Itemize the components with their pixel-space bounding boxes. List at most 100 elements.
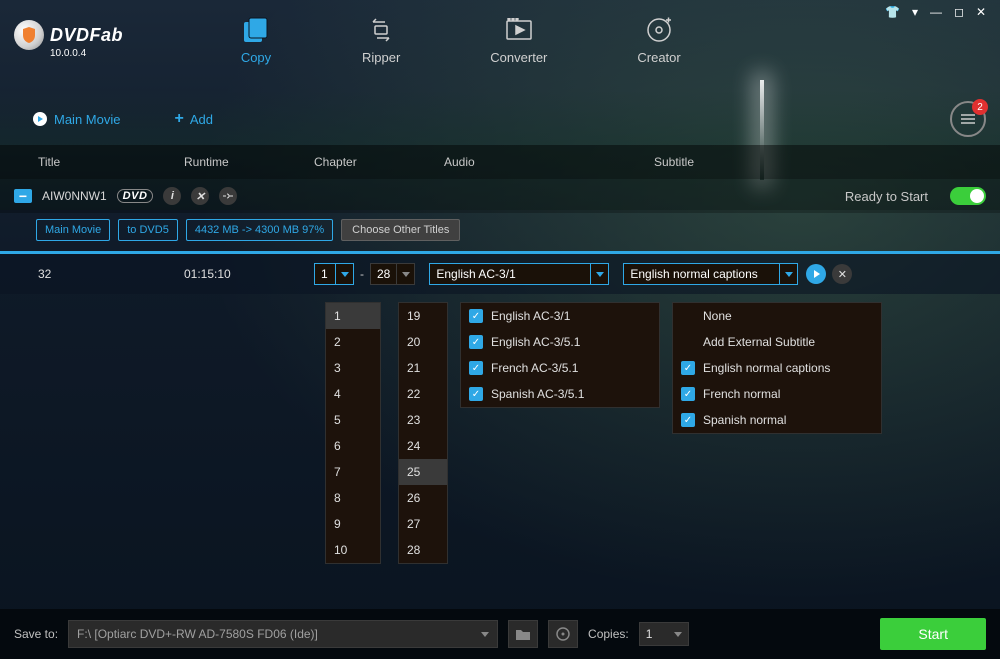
status-text: Ready to Start	[845, 189, 928, 204]
checkbox-icon: ✓	[469, 309, 483, 323]
source-name: AIW0NNW1	[42, 189, 107, 203]
main-movie-link[interactable]: Main Movie	[32, 111, 120, 127]
app-name: DVDFab	[50, 25, 123, 46]
plus-icon: +	[174, 110, 183, 128]
chapter-to-option[interactable]: 24	[399, 433, 447, 459]
chapter-from-option[interactable]: 1	[326, 303, 380, 329]
checkbox-icon: ✓	[469, 387, 483, 401]
chevron-down-icon	[481, 632, 489, 637]
subtitle-option[interactable]: None	[673, 303, 881, 329]
dvd-badge: DVD	[117, 189, 154, 203]
chapter-to-option[interactable]: 23	[399, 407, 447, 433]
tab-converter[interactable]: Converter	[490, 16, 547, 65]
chapter-to-option[interactable]: 27	[399, 511, 447, 537]
chevron-down-icon[interactable]	[396, 264, 414, 284]
chapter-to-option[interactable]: 21	[399, 355, 447, 381]
audio-option-label: English AC-3/1	[491, 309, 570, 323]
tag-size[interactable]: 4432 MB -> 4300 MB 97%	[186, 219, 333, 241]
remove-button[interactable]: ✕	[191, 187, 209, 205]
chapter-from-option[interactable]: 2	[326, 329, 380, 355]
track-number: 32	[14, 267, 184, 281]
chevron-down-icon[interactable]	[779, 264, 797, 284]
ripper-icon	[365, 16, 397, 44]
enable-toggle[interactable]	[950, 187, 986, 205]
chevron-down-icon	[674, 632, 682, 637]
start-button[interactable]: Start	[880, 618, 986, 650]
chapter-to-option[interactable]: 25	[399, 459, 447, 485]
chevron-down-icon[interactable]	[590, 264, 608, 284]
chapter-from-option[interactable]: 7	[326, 459, 380, 485]
remove-track-button[interactable]: ✕	[832, 264, 852, 284]
queue-badge: 2	[972, 99, 988, 115]
creator-icon	[643, 16, 675, 44]
chapter-from-option[interactable]: 9	[326, 511, 380, 537]
subtitle-option[interactable]: Add External Subtitle	[673, 329, 881, 355]
checkbox-icon: ✓	[469, 361, 483, 375]
header-runtime: Runtime	[184, 155, 314, 169]
audio-option[interactable]: ✓ French AC-3/5.1	[461, 355, 659, 381]
track-row: 32 01:15:10 1 - 28 English AC-3/1 Englis…	[0, 254, 1000, 294]
main-movie-label: Main Movie	[54, 112, 120, 127]
subtitle-option-label: None	[703, 309, 732, 323]
checkbox-icon	[681, 309, 695, 323]
chapter-to-option[interactable]: 28	[399, 537, 447, 563]
chapter-to-option[interactable]: 19	[399, 303, 447, 329]
save-to-select[interactable]: F:\ [Optiarc DVD+-RW AD-7580S FD06 (Ide)…	[68, 620, 498, 648]
audio-select[interactable]: English AC-3/1	[429, 263, 609, 285]
chapter-to-option[interactable]: 20	[399, 329, 447, 355]
chevron-down-icon[interactable]	[335, 264, 353, 284]
audio-option[interactable]: ✓English AC-3/5.1	[461, 329, 659, 355]
tab-ripper[interactable]: Ripper	[362, 16, 400, 65]
audio-dropdown: ✓English AC-3/1✓English AC-3/5.1✓French …	[460, 302, 660, 408]
header-chapter: Chapter	[314, 155, 444, 169]
folder-button[interactable]	[508, 620, 538, 648]
chapter-from-option[interactable]: 4	[326, 381, 380, 407]
audio-option[interactable]: ✓Spanish AC-3/5.1	[461, 381, 659, 407]
subtitle-option[interactable]: ✓Spanish normal	[673, 407, 881, 433]
copy-icon	[240, 16, 272, 44]
info-button[interactable]: i	[163, 187, 181, 205]
chapter-to-option[interactable]: 22	[399, 381, 447, 407]
chapter-from-option[interactable]: 8	[326, 485, 380, 511]
tab-copy[interactable]: Copy	[240, 16, 272, 65]
checkbox-icon: ✓	[681, 361, 695, 375]
tab-creator[interactable]: Creator	[637, 16, 680, 65]
chapter-from-option[interactable]: 6	[326, 433, 380, 459]
chapter-from-option[interactable]: 3	[326, 355, 380, 381]
subtitle-select[interactable]: English normal captions	[623, 263, 798, 285]
iso-button[interactable]	[548, 620, 578, 648]
logo-icon	[14, 20, 44, 50]
dash: -	[360, 267, 364, 281]
settings-button[interactable]	[219, 187, 237, 205]
copies-value: 1	[646, 627, 653, 641]
tag-to-dvd5[interactable]: to DVD5	[118, 219, 178, 241]
audio-option[interactable]: ✓ English AC-3/1	[461, 303, 659, 329]
chapter-to-select[interactable]: 28	[370, 263, 415, 285]
chapter-from-option[interactable]: 5	[326, 407, 380, 433]
header-audio: Audio	[444, 155, 654, 169]
copies-label: Copies:	[588, 627, 629, 641]
chapter-from-option[interactable]: 10	[326, 537, 380, 563]
tag-main-movie[interactable]: Main Movie	[36, 219, 110, 241]
subtitle-option[interactable]: ✓French normal	[673, 381, 881, 407]
subtitle-option[interactable]: ✓English normal captions	[673, 355, 881, 381]
checkbox-icon	[681, 335, 695, 349]
header-subtitle: Subtitle	[654, 155, 834, 169]
chapter-from-select[interactable]: 1	[314, 263, 354, 285]
converter-icon	[503, 16, 535, 44]
copies-select[interactable]: 1	[639, 622, 689, 646]
collapse-button[interactable]: −	[14, 189, 32, 203]
queue-button[interactable]: 2	[950, 101, 986, 137]
choose-other-titles-button[interactable]: Choose Other Titles	[341, 219, 460, 241]
track-runtime: 01:15:10	[184, 267, 314, 281]
add-button[interactable]: + Add	[174, 110, 212, 128]
subtitle-option-label: Add External Subtitle	[703, 335, 815, 349]
audio-option-label: English AC-3/5.1	[491, 335, 580, 349]
subtitle-option-label: Spanish normal	[703, 413, 786, 427]
chapter-to-option[interactable]: 26	[399, 485, 447, 511]
subtitle-option-label: French normal	[703, 387, 780, 401]
plug-icon	[222, 192, 234, 200]
play-button[interactable]	[806, 264, 826, 284]
chapter-to-value: 28	[371, 264, 396, 284]
audio-option-label: French AC-3/5.1	[491, 361, 578, 375]
